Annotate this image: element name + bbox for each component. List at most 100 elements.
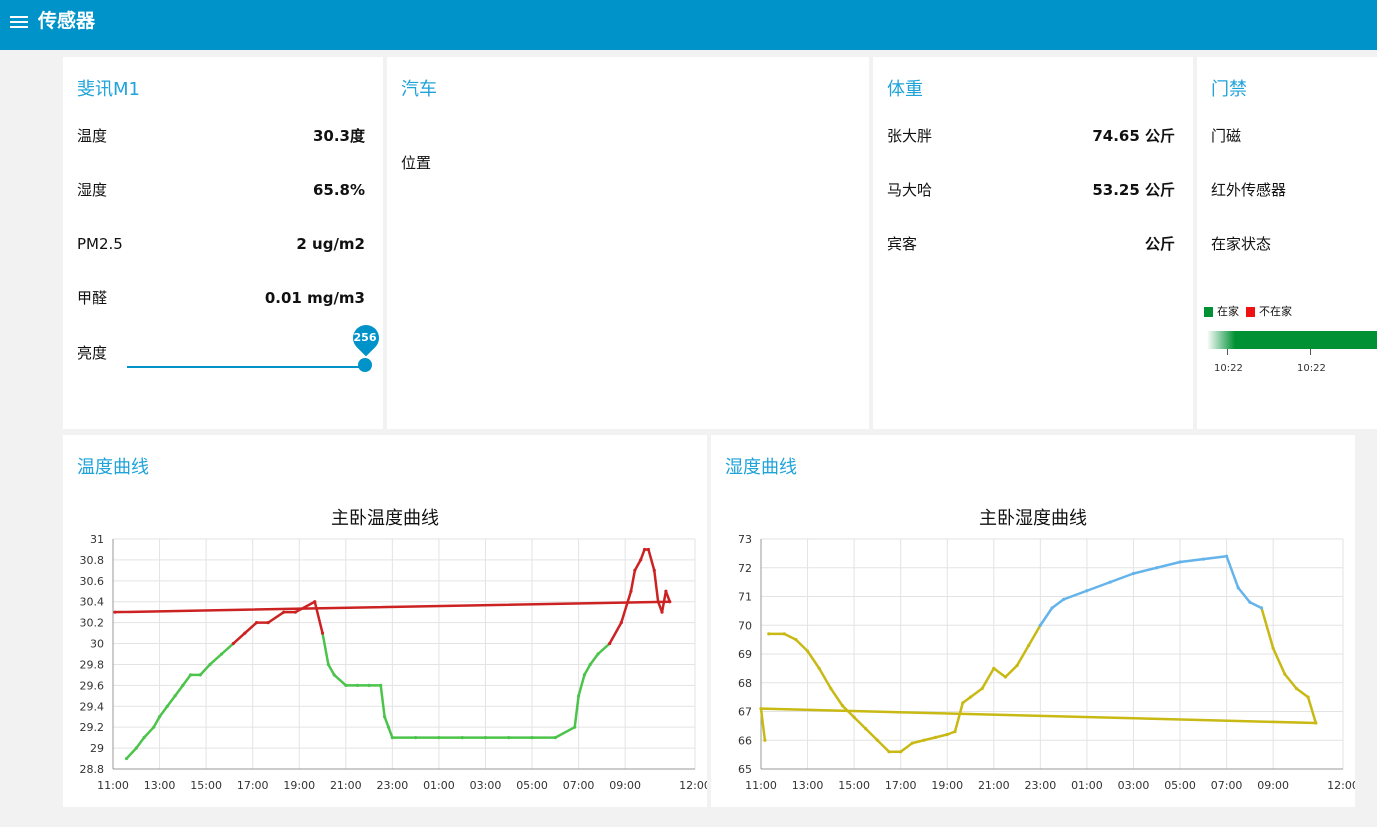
x-tick-label: 17:00 — [237, 779, 269, 792]
data-point — [530, 736, 534, 740]
data-point — [608, 641, 612, 646]
weight-row-1: 张大胖 74.65 公斤 — [887, 125, 1175, 147]
data-point — [1131, 571, 1136, 576]
weight-value: 74.65 公斤 — [1092, 127, 1175, 145]
series-segment — [181, 673, 192, 687]
data-point — [282, 610, 286, 614]
y-tick-label: 73 — [738, 533, 752, 546]
data-point — [313, 600, 317, 604]
series-segment — [759, 707, 1318, 725]
row-label: 在家状态 — [1211, 235, 1272, 253]
data-point — [910, 741, 914, 745]
data-point — [220, 652, 224, 656]
series-segment — [1050, 598, 1065, 610]
data-point — [1294, 686, 1299, 691]
x-tick-label: 23:00 — [1025, 779, 1057, 792]
data-point — [1225, 554, 1229, 558]
series-segment — [794, 638, 809, 653]
weight-value: 公斤 — [1144, 235, 1175, 253]
data-point — [320, 631, 325, 635]
series-segment — [383, 715, 390, 729]
x-tick-label: 15:00 — [838, 779, 870, 792]
humidity-chart-card: 湿度曲线 主卧湿度曲线 65 66 67 68 69 70 71 72 73 11:00 13:00… — [711, 435, 1355, 807]
data-point — [875, 738, 879, 742]
data-point — [633, 568, 637, 572]
data-point — [767, 632, 771, 636]
data-point — [759, 707, 763, 711]
series-segment — [387, 725, 394, 739]
data-point — [332, 673, 336, 677]
series-segment — [199, 663, 212, 677]
data-point — [763, 738, 767, 742]
series-segment — [1004, 664, 1019, 679]
series-segment — [817, 667, 833, 690]
data-point — [596, 652, 600, 656]
hamburger-menu-icon[interactable] — [10, 13, 28, 29]
humidity-line-chart: 65 66 67 68 69 70 71 72 73 11:00 13:00 15:00 17:00 19… — [738, 533, 1355, 792]
data-point — [189, 673, 193, 677]
series-segment — [321, 631, 330, 666]
timeline-tick-label: 10:22 — [1214, 363, 1243, 374]
row-label: 湿度 — [77, 181, 108, 199]
series-segment — [1132, 566, 1159, 575]
series-segment — [294, 600, 317, 614]
x-tick-label: 13:00 — [792, 779, 824, 792]
location-row: 位置 — [401, 152, 851, 174]
x-tick-label: 05:00 — [516, 779, 548, 792]
data-point — [390, 736, 394, 740]
data-point — [639, 558, 643, 562]
x-tick-label: 09:00 — [609, 779, 641, 792]
x-tick-label: 03:00 — [1118, 779, 1150, 792]
series-segment — [1248, 601, 1263, 610]
data-point — [152, 725, 156, 729]
home-status-timeline-bar — [1207, 331, 1377, 349]
series-segment — [313, 600, 324, 635]
x-tick-label: 07:00 — [1211, 779, 1243, 792]
data-point — [326, 662, 330, 667]
data-point — [980, 686, 984, 691]
data-point — [208, 662, 212, 667]
series-segment — [633, 558, 642, 572]
data-point — [968, 695, 973, 699]
data-point — [588, 662, 592, 667]
series-segment — [620, 590, 633, 624]
data-point — [355, 683, 360, 687]
series-segment — [1039, 606, 1054, 627]
brightness-slider-thumb[interactable] — [358, 358, 372, 372]
y-tick-label: 70 — [738, 619, 752, 632]
data-point — [1314, 721, 1318, 725]
data-point — [642, 547, 647, 552]
data-point — [573, 725, 577, 729]
data-point — [1271, 646, 1275, 650]
brightness-slider-track[interactable] — [127, 366, 367, 368]
data-point — [437, 736, 441, 740]
x-tick-label: 09:00 — [1257, 779, 1289, 792]
door-access-card: 门禁 门磁 红外传感器 在家状态 在家 不在家 10:22 10:22 — [1197, 57, 1377, 429]
series-segment — [783, 632, 798, 641]
series-segment — [554, 725, 576, 739]
timeline-tick-label: 10:22 — [1297, 363, 1326, 374]
card-title: 门禁 — [1211, 79, 1247, 100]
pm25-row: PM2.5 2 ug/m2 — [77, 233, 365, 255]
data-point — [1155, 566, 1159, 570]
timeline-tick — [1227, 349, 1228, 355]
card-title: 体重 — [887, 79, 923, 100]
data-point — [1178, 560, 1182, 564]
car-card: 汽车 位置 — [387, 57, 869, 429]
data-point — [386, 725, 391, 729]
x-tick-label: 13:00 — [144, 779, 176, 792]
data-point — [953, 730, 957, 734]
y-tick-label: 71 — [738, 591, 752, 604]
series-segment — [1155, 560, 1182, 569]
series-segment — [1202, 555, 1228, 561]
x-tick-label: 21:00 — [978, 779, 1010, 792]
brightness-value: 256 — [353, 331, 377, 344]
series-segment — [232, 631, 247, 645]
series-segment — [379, 684, 386, 718]
data-point — [1003, 675, 1008, 679]
series-segment — [1225, 555, 1240, 590]
legend-swatch — [1204, 307, 1213, 317]
row-label: PM2.5 — [77, 235, 123, 253]
series-segment — [1085, 580, 1112, 592]
series-segment — [876, 739, 891, 753]
